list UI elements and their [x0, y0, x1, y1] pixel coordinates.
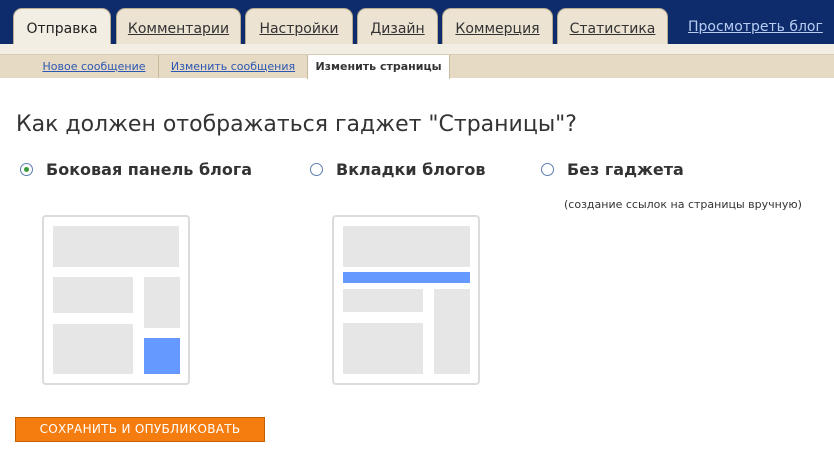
preview-content-block	[53, 277, 133, 313]
preview-header-block	[343, 226, 470, 267]
option-sidebar-label: Боковая панель блога	[46, 160, 253, 179]
tab-comments[interactable]: Комментарии	[116, 8, 241, 44]
tab-design[interactable]: Дизайн	[357, 8, 438, 44]
sidebar-radio[interactable]	[20, 163, 33, 176]
preview-header-block	[53, 226, 179, 267]
no-gadget-note: (создание ссылок на страницы вручную)	[564, 198, 802, 211]
preview-content-block	[343, 323, 423, 374]
tabs-layout-preview[interactable]	[332, 215, 480, 385]
subtab-new-post[interactable]: Новое сообщение	[30, 55, 159, 78]
preview-tabs-bar-block	[343, 272, 470, 283]
tab-commerce[interactable]: Коммерция	[442, 8, 553, 44]
preview-sidebar-block	[434, 289, 470, 374]
tab-stats[interactable]: Статистика	[557, 8, 668, 44]
subtab-edit-pages[interactable]: Изменить страницы	[307, 55, 450, 79]
page-title: Как должен отображаться гаджет "Страницы…	[16, 112, 577, 137]
tabs-radio[interactable]	[310, 163, 323, 176]
preview-content-block	[343, 289, 423, 312]
sidebar-layout-preview[interactable]	[42, 215, 190, 385]
option-no-gadget-label: Без гаджета	[567, 160, 684, 179]
option-sidebar[interactable]: Боковая панель блога	[20, 160, 252, 179]
preview-content-block	[53, 324, 133, 374]
preview-pages-gadget-block	[144, 338, 180, 374]
option-tabs[interactable]: Вкладки блогов	[310, 160, 486, 179]
tab-settings[interactable]: Настройки	[245, 8, 353, 44]
sub-nav-bar: Новое сообщение Изменить сообщения Измен…	[0, 44, 834, 79]
top-nav-bar: Отправка Комментарии Настройки Дизайн Ко…	[0, 0, 834, 44]
tab-posting[interactable]: Отправка	[13, 8, 111, 44]
subtabs-strip: Новое сообщение Изменить сообщения Измен…	[0, 54, 834, 79]
view-blog-link[interactable]: Просмотреть блог	[688, 19, 823, 35]
no-gadget-radio[interactable]	[541, 163, 554, 176]
save-and-publish-button[interactable]: СОХРАНИТЬ И ОПУБЛИКОВАТЬ	[15, 417, 265, 442]
option-no-gadget[interactable]: Без гаджета	[541, 160, 684, 179]
preview-sidebar-block	[144, 277, 180, 328]
subtab-edit-posts[interactable]: Изменить сообщения	[160, 55, 306, 78]
option-tabs-label: Вкладки блогов	[336, 160, 486, 179]
